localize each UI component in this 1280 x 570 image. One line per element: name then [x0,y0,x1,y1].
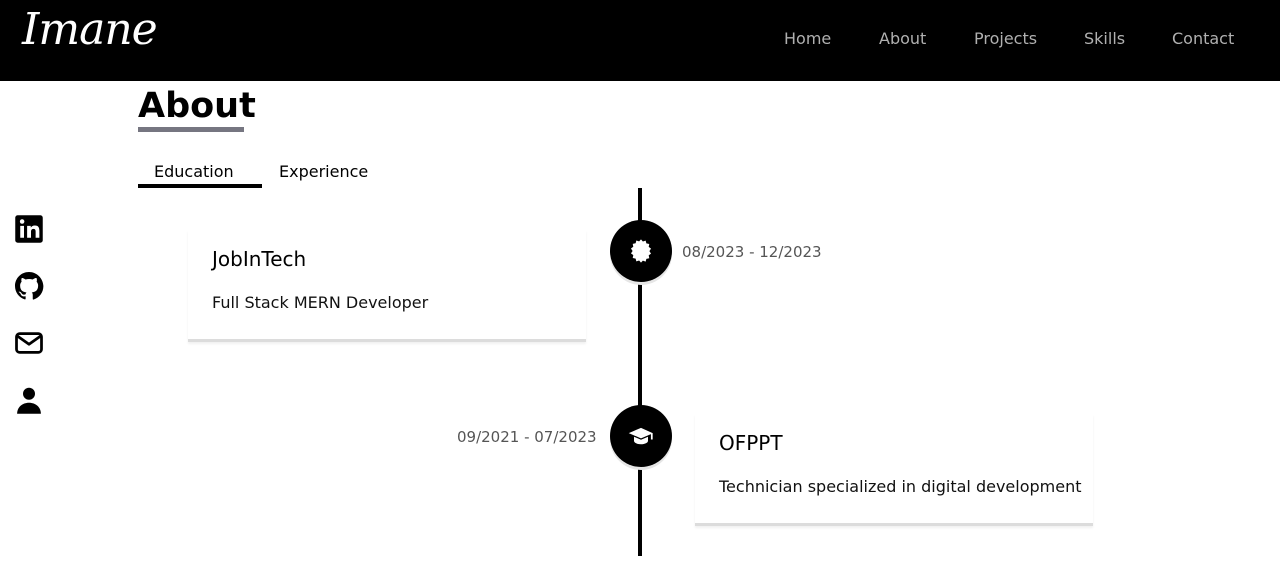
tab-education[interactable]: Education [154,162,234,181]
active-tab-indicator [138,184,262,188]
github-link[interactable] [14,271,44,301]
timeline-date: 09/2021 - 07/2023 [457,428,597,446]
section-title: About [138,86,256,126]
nav-link-home[interactable]: Home [784,29,831,48]
certificate-icon [627,237,655,265]
timeline-dot [610,220,672,282]
timeline-date: 08/2023 - 12/2023 [682,243,822,261]
timeline-card: JobInTech Full Stack MERN Developer [188,230,586,342]
nav-menu: Home About Projects Skills Contact [0,29,1280,53]
nav-link-skills[interactable]: Skills [1084,29,1125,48]
card-subtitle: Full Stack MERN Developer [212,293,429,312]
title-underline [138,127,244,132]
user-icon [14,385,44,415]
mail-icon [14,328,44,358]
nav-link-about[interactable]: About [879,29,926,48]
nav-link-contact[interactable]: Contact [1172,29,1234,48]
tab-experience[interactable]: Experience [279,162,368,181]
github-icon [14,271,44,301]
linkedin-link[interactable] [14,214,44,244]
nav-link-projects[interactable]: Projects [974,29,1037,48]
card-subtitle: Technician specialized in digital develo… [719,477,1082,496]
card-title: JobInTech [212,247,307,271]
navbar: Imane Home About Projects Skills Contact [0,0,1280,81]
profile-link[interactable] [14,385,44,415]
graduation-cap-icon [627,422,655,450]
timeline-card: OFPPT Technician specialized in digital … [695,414,1093,526]
linkedin-icon [14,214,44,244]
card-title: OFPPT [719,431,783,455]
timeline-dot [610,405,672,467]
email-link[interactable] [14,328,44,358]
